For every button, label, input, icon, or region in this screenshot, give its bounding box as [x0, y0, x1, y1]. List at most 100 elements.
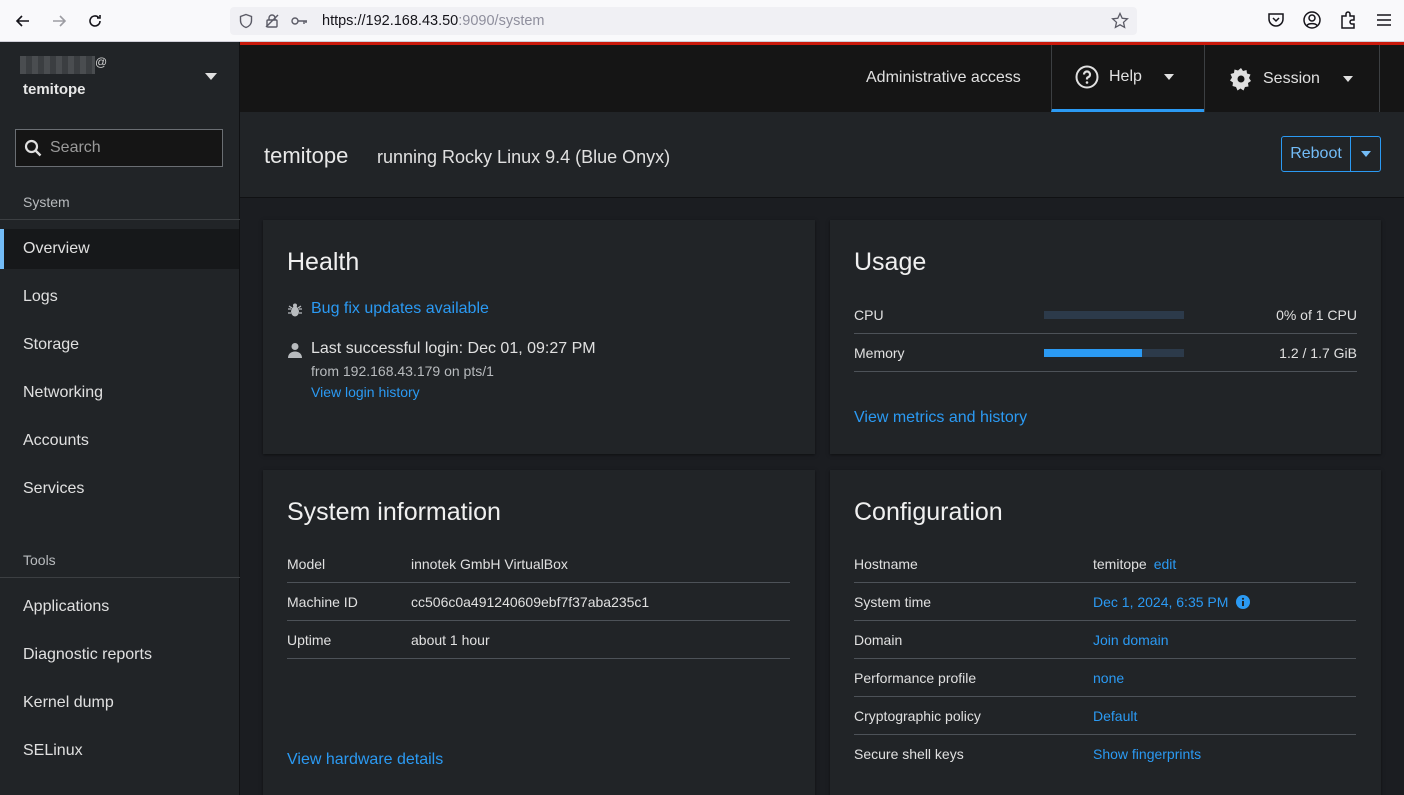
reboot-button[interactable]: Reboot [1282, 137, 1351, 171]
hostname-edit-link[interactable]: edit [1154, 556, 1177, 572]
sidebar-item-applications[interactable]: Applications [0, 587, 239, 627]
reload-icon [89, 15, 101, 27]
url-host: https://192.168.43.50 [322, 13, 459, 29]
hamburger-menu-icon[interactable] [1374, 10, 1394, 30]
help-circle-icon [1075, 65, 1099, 89]
ssh-keys-row: Secure shell keys Show fingerprints [854, 735, 1356, 773]
forward-button[interactable] [41, 5, 77, 37]
system-section-label: System [23, 194, 70, 210]
session-menu-button[interactable]: Session [1204, 45, 1380, 112]
url-text: https://192.168.43.50:9090/system [322, 13, 545, 29]
show-fingerprints-link[interactable]: Show fingerprints [1093, 746, 1201, 762]
back-button[interactable] [5, 5, 41, 37]
usage-title: Usage [854, 248, 927, 276]
health-title: Health [287, 248, 360, 276]
search-icon [24, 139, 42, 157]
user-at-sign: @ [95, 55, 108, 69]
sidebar-item-kernel-dump[interactable]: Kernel dump [0, 683, 239, 723]
chevron-down-icon [205, 73, 217, 80]
page-title: temitope [264, 143, 349, 168]
sidebar-item-logs[interactable]: Logs [0, 277, 239, 317]
system-information-title: System information [287, 498, 501, 526]
configuration-card: Configuration Hostname temitope edit Sys… [830, 470, 1381, 795]
uptime-label: Uptime [287, 631, 332, 648]
join-domain-link[interactable]: Join domain [1093, 632, 1169, 648]
login-history-link[interactable]: View login history [311, 384, 596, 400]
model-row: Model innotek GmbH VirtualBox [287, 545, 790, 583]
performance-profile-row: Performance profile none [854, 659, 1356, 697]
shield-icon [239, 13, 253, 29]
performance-profile-link[interactable]: none [1093, 670, 1124, 686]
sidebar-item-diagnostic-reports[interactable]: Diagnostic reports [0, 635, 239, 675]
machine-id-value: cc506c0a491240609ebf7f37aba235c1 [411, 593, 650, 610]
back-arrow-icon [15, 15, 29, 27]
sidebar-item-services[interactable]: Services [0, 469, 239, 509]
domain-label: Domain [854, 631, 903, 648]
health-card: Health Bug fix updates available Last su… [263, 220, 815, 454]
system-time-link[interactable]: Dec 1, 2024, 6:35 PM [1093, 594, 1228, 610]
login-source: from 192.168.43.179 on pts/1 [311, 363, 494, 379]
page-header: temitope running Rocky Linux 9.4 (Blue O… [240, 112, 1404, 198]
system-information-card: System information Model innotek GmbH Vi… [263, 470, 815, 795]
os-subtitle: running Rocky Linux 9.4 (Blue Onyx) [377, 147, 671, 167]
host-switcher[interactable]: @ temitope [0, 42, 239, 112]
help-label: Help [1109, 68, 1142, 85]
reload-button[interactable] [77, 5, 113, 37]
help-menu-button[interactable]: Help [1051, 45, 1204, 112]
sidebar-item-overview[interactable]: Overview [0, 229, 239, 269]
model-value: innotek GmbH VirtualBox [411, 555, 568, 572]
redacted-username [20, 56, 95, 74]
sidebar: @ temitope System Overview Logs Storage … [0, 42, 240, 795]
system-time-label: System time [854, 593, 932, 610]
cpu-label: CPU [854, 306, 884, 323]
insecure-lock-icon [265, 14, 279, 28]
hostname-row: Hostname temitope edit [854, 545, 1356, 583]
memory-progress-bar [1044, 348, 1184, 357]
machine-id-row: Machine ID cc506c0a491240609ebf7f37aba23… [287, 583, 790, 621]
overview-content: Health Bug fix updates available Last su… [240, 198, 1404, 795]
extensions-icon[interactable] [1338, 10, 1358, 30]
account-icon[interactable] [1302, 10, 1322, 30]
last-login-row: Last successful login: Dec 01, 09:27 PM … [287, 340, 596, 400]
bug-icon [288, 303, 302, 317]
model-label: Model [287, 555, 326, 572]
url-path: :9090/system [458, 13, 545, 29]
sidebar-item-networking[interactable]: Networking [0, 373, 239, 413]
user-icon [288, 343, 302, 358]
key-icon [291, 17, 307, 25]
machine-id-label: Machine ID [287, 593, 358, 610]
hostname-value: temitope [1093, 555, 1147, 572]
sidebar-item-selinux[interactable]: SELinux [0, 731, 239, 771]
sidebar-item-storage[interactable]: Storage [0, 325, 239, 365]
info-circle-icon[interactable] [1236, 594, 1251, 609]
url-bar[interactable]: https://192.168.43.50:9090/system [230, 7, 1137, 35]
updates-link[interactable]: Bug fix updates available [311, 300, 489, 318]
memory-label: Memory [854, 344, 905, 361]
updates-row: Bug fix updates available [287, 300, 489, 318]
divider [0, 577, 240, 578]
sidebar-item-accounts[interactable]: Accounts [0, 421, 239, 461]
gear-icon [1230, 67, 1251, 90]
administrative-access-button[interactable]: Administrative access [866, 69, 1021, 87]
metrics-link[interactable]: View metrics and history [854, 409, 1027, 427]
reboot-dropdown-toggle[interactable] [1351, 137, 1380, 171]
crypto-policy-label: Cryptographic policy [854, 707, 981, 724]
crypto-policy-link[interactable]: Default [1093, 708, 1137, 724]
chevron-down-icon [1342, 75, 1353, 82]
ssh-keys-label: Secure shell keys [854, 746, 964, 762]
crypto-policy-row: Cryptographic policy Default [854, 697, 1356, 735]
memory-value: 1.2 / 1.7 GiB [1279, 344, 1357, 361]
reboot-split-button: Reboot [1281, 136, 1381, 172]
hostname-label: Hostname [854, 555, 918, 572]
hardware-details-link[interactable]: View hardware details [287, 751, 443, 769]
tools-section-label: Tools [23, 552, 56, 568]
bookmark-star-icon[interactable] [1111, 12, 1129, 30]
uptime-value: about 1 hour [411, 631, 490, 648]
domain-row: Domain Join domain [854, 621, 1356, 659]
masthead: Administrative access Help Session [240, 42, 1404, 112]
sidebar-hostname: temitope [23, 81, 86, 98]
search-input[interactable] [50, 139, 210, 157]
pocket-icon[interactable] [1266, 10, 1286, 30]
usage-card: Usage CPU 0% of 1 CPU Memory 1.2 / 1.7 G… [830, 220, 1381, 454]
performance-profile-label: Performance profile [854, 669, 977, 686]
